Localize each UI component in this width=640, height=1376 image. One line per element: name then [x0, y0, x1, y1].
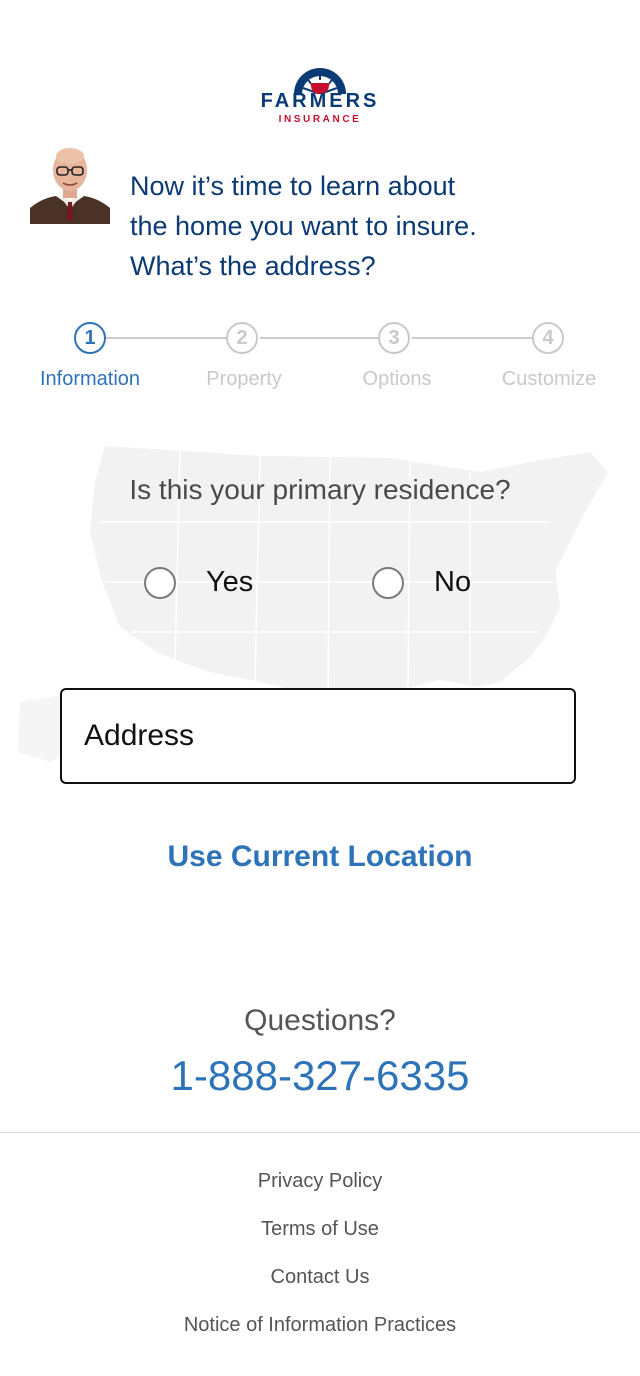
step-3-label: Options — [362, 368, 432, 390]
terms-of-use-link[interactable]: Terms of Use — [0, 1218, 640, 1241]
use-current-location-link[interactable]: Use Current Location — [0, 840, 640, 874]
step-2-label: Property — [206, 368, 282, 390]
agent-avatar — [30, 146, 110, 224]
contact-us-link[interactable]: Contact Us — [0, 1266, 640, 1289]
questions-label: Questions? — [244, 1004, 396, 1037]
step-connector — [412, 337, 532, 339]
radio-no-label[interactable]: No — [434, 566, 471, 599]
step-1-label: Information — [39, 368, 141, 390]
step-2-circle: 2 — [226, 322, 258, 354]
radio-yes-circle[interactable] — [144, 566, 176, 599]
radio-no-circle[interactable] — [372, 566, 404, 599]
privacy-policy-link[interactable]: Privacy Policy — [0, 1170, 640, 1193]
intro-line-1: Now it’s time to learn about — [130, 171, 456, 201]
farmers-logo: FARMERS INSURANCE — [0, 62, 640, 125]
address-input[interactable] — [60, 688, 576, 784]
phone-number-link[interactable]: 1-888-327-6335 — [0, 1052, 640, 1100]
brand-name: FARMERS — [260, 90, 380, 112]
step-3-circle: 3 — [378, 322, 410, 354]
step-1-circle: 1 — [74, 322, 106, 354]
progress-steps: 1 2 3 4 Information Property Options Cus… — [0, 318, 640, 408]
brand-subtitle: INSURANCE — [278, 114, 362, 125]
radio-yes[interactable]: Yes — [144, 566, 253, 599]
radio-yes-label[interactable]: Yes — [206, 566, 253, 599]
footer-divider — [0, 1132, 640, 1133]
radio-no[interactable]: No — [372, 566, 471, 599]
primary-residence-question: Is this your primary residence? — [129, 474, 511, 505]
intro-line-3: What’s the address? — [130, 251, 376, 281]
step-connector — [106, 337, 226, 339]
intro-message: Now it’s time to learn about the home yo… — [130, 166, 610, 286]
step-connector — [260, 337, 378, 339]
step-4-label: Customize — [501, 368, 597, 390]
intro-line-2: the home you want to insure. — [130, 211, 477, 241]
step-4-circle: 4 — [532, 322, 564, 354]
notice-of-information-practices-link[interactable]: Notice of Information Practices — [0, 1314, 640, 1337]
